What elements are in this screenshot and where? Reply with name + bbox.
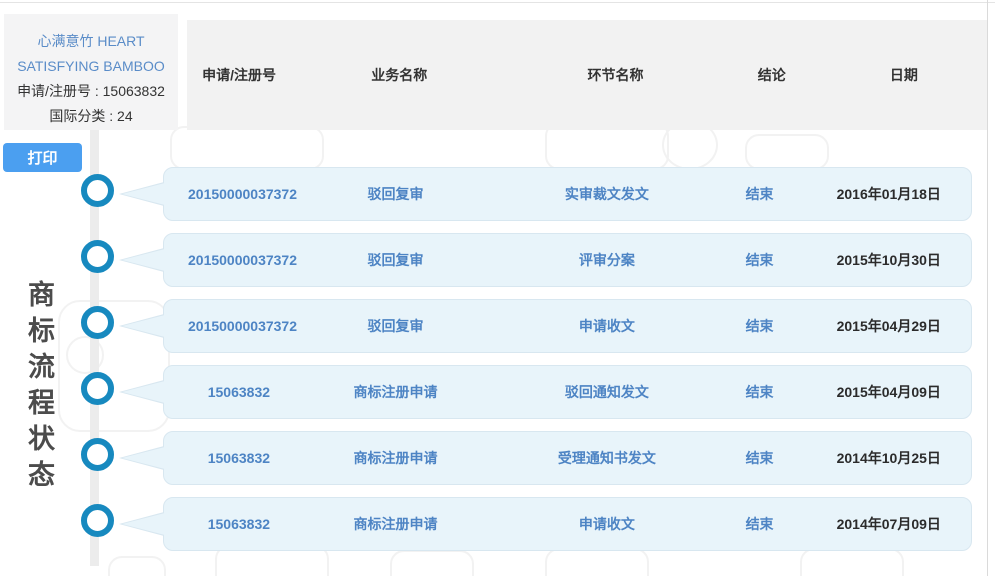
cell-business: 驳回复审: [367, 318, 424, 334]
cell-conclusion: 结束: [745, 186, 774, 202]
bubble-tail-fill: [122, 513, 165, 535]
cell-business: 驳回复审: [367, 252, 424, 268]
table-row: 15063832 商标注册申请 受理通知书发文 结束 2014年10月25日: [119, 431, 972, 485]
top-border-line: [0, 2, 995, 3]
bubble-tail-fill: [122, 447, 165, 469]
cell-app-no: 20150000037372: [188, 186, 298, 202]
table-row: 15063832 商标注册申请 驳回通知发文 结束 2015年04月09日: [119, 365, 972, 419]
cell-step: 受理通知书发文: [557, 450, 656, 466]
trademark-name-line2: SATISFYING BAMBOO: [17, 58, 165, 74]
international-class: 国际分类 : 24: [49, 108, 133, 124]
registration-number: 申请/注册号 : 15063832: [17, 83, 165, 99]
cell-conclusion: 结束: [745, 450, 774, 466]
trademark-info-card: 心满意竹 HEART SATISFYING BAMBOO 申请/注册号 : 15…: [4, 14, 178, 130]
table-row: 20150000037372 驳回复审 实审裁文发文 结束 2016年01月18…: [119, 167, 972, 221]
bubble-tail-fill: [122, 381, 165, 403]
cell-business: 商标注册申请: [353, 516, 438, 532]
cell-business: 驳回复审: [367, 186, 424, 202]
cell-app-no: 15063832: [207, 450, 271, 466]
trademark-status-page: 心满意竹 HEART SATISFYING BAMBOO 申请/注册号 : 15…: [0, 0, 995, 576]
cell-app-no: 20150000037372: [188, 318, 298, 334]
cell-date: 2014年10月25日: [836, 450, 941, 466]
print-button[interactable]: 打印: [3, 143, 82, 172]
column-header-date: 日期: [889, 67, 918, 83]
table-row: 15063832 商标注册申请 申请收文 结束 2014年07月09日: [119, 497, 972, 551]
cell-step: 驳回通知发文: [564, 384, 649, 400]
background-doodle: [170, 126, 324, 170]
timeline-node-icon: [81, 504, 114, 537]
timeline-node-icon: [81, 438, 114, 471]
column-header-conclusion: 结论: [757, 67, 786, 83]
cell-conclusion: 结束: [745, 384, 774, 400]
cell-app-no: 20150000037372: [188, 252, 298, 268]
table-row: 20150000037372 驳回复审 申请收文 结束 2015年04月29日: [119, 299, 972, 353]
cell-app-no: 15063832: [207, 516, 271, 532]
cell-step: 评审分案: [578, 252, 635, 268]
background-doodle: [745, 134, 829, 170]
table-row: 20150000037372 驳回复审 评审分案 结束 2015年10月30日: [119, 233, 972, 287]
timeline-node-icon: [81, 306, 114, 339]
background-doodle: [108, 556, 166, 576]
column-header-app-no: 申请/注册号: [202, 67, 276, 83]
right-border-line: [987, 0, 988, 576]
background-doodle: [800, 548, 904, 576]
bubble-tail-fill: [122, 183, 165, 205]
column-header-business: 业务名称: [371, 67, 428, 83]
cell-date: 2015年04月29日: [836, 318, 941, 334]
table-header: 申请/注册号 业务名称 环节名称 结论 日期: [187, 20, 988, 130]
cell-conclusion: 结束: [745, 252, 774, 268]
background-doodle: [390, 550, 474, 576]
trademark-name-line1: 心满意竹 HEART: [37, 33, 145, 49]
column-header-step: 环节名称: [587, 67, 644, 83]
timeline-node-icon: [81, 174, 114, 207]
cell-step: 实审裁文发文: [564, 186, 649, 202]
vertical-page-title: 商标流程状态: [24, 280, 54, 496]
bubble-tail-fill: [122, 315, 165, 337]
cell-date: 2015年10月30日: [836, 252, 941, 268]
cell-business: 商标注册申请: [353, 384, 438, 400]
cell-step: 申请收文: [578, 318, 635, 334]
timeline-node-icon: [81, 240, 114, 273]
background-doodle: [545, 548, 649, 576]
cell-date: 2014年07月09日: [836, 516, 941, 532]
cell-conclusion: 结束: [745, 318, 774, 334]
cell-business: 商标注册申请: [353, 450, 438, 466]
cell-step: 申请收文: [578, 516, 635, 532]
cell-app-no: 15063832: [207, 384, 271, 400]
timeline-node-icon: [81, 372, 114, 405]
cell-conclusion: 结束: [745, 516, 774, 532]
cell-date: 2016年01月18日: [836, 186, 941, 202]
cell-date: 2015年04月09日: [836, 384, 941, 400]
bubble-tail-fill: [122, 249, 165, 271]
